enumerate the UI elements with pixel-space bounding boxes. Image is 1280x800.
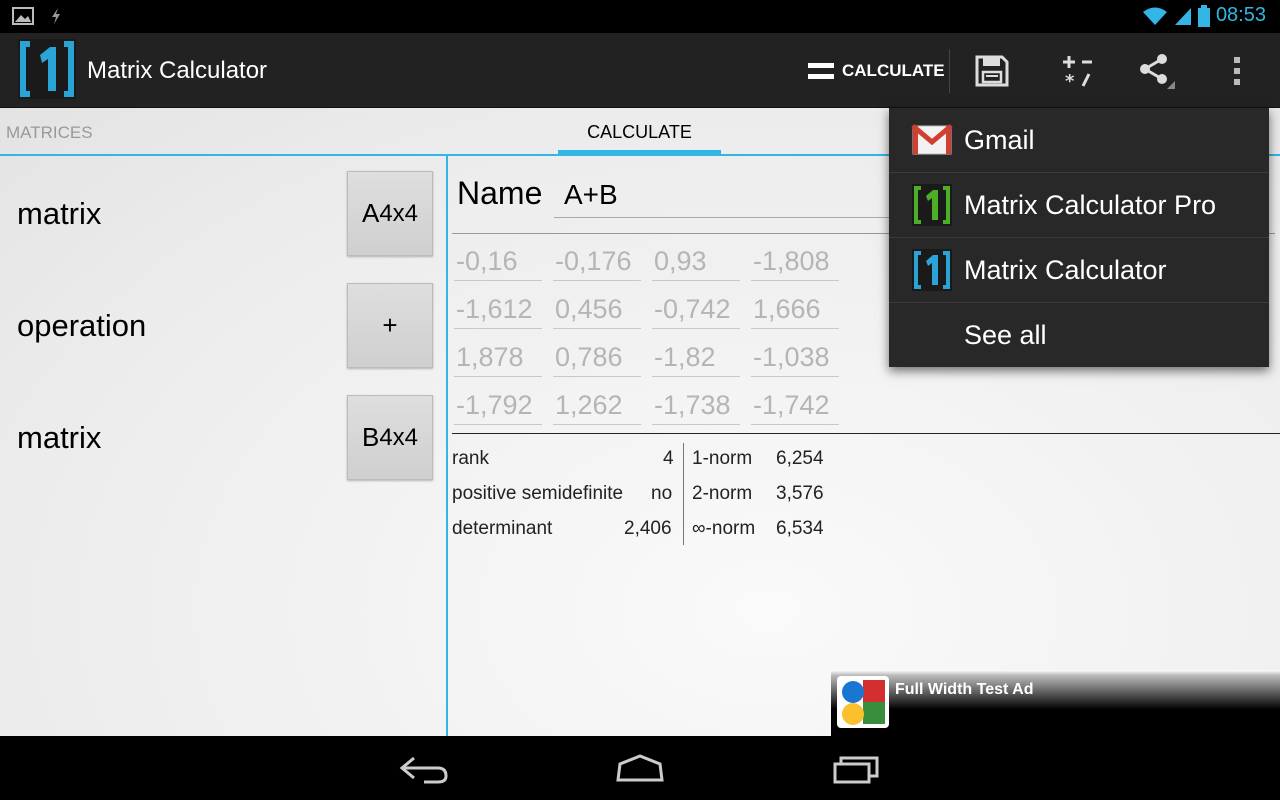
image-notification-icon bbox=[12, 7, 34, 25]
operation-label: operation bbox=[17, 308, 147, 343]
share-see-all-label: See all bbox=[964, 320, 1047, 350]
recent-apps-icon[interactable] bbox=[827, 750, 887, 786]
operation-symbol: + bbox=[382, 310, 398, 340]
share-icon bbox=[1140, 54, 1175, 89]
determinant-value: 2,406 bbox=[624, 518, 672, 539]
navigation-bar bbox=[0, 736, 1280, 800]
determinant-label: determinant bbox=[452, 518, 553, 539]
matrix-separator bbox=[452, 433, 1280, 434]
second-matrix-label: matrix bbox=[17, 420, 102, 455]
action-bar: Matrix Calculator CALCULATE * bbox=[0, 33, 1280, 108]
matrix-calculator-pro-icon bbox=[912, 184, 952, 226]
infinity-norm-label: ∞-norm bbox=[692, 518, 756, 539]
matrix-calculator-icon bbox=[912, 249, 952, 291]
app-title: Matrix Calculator bbox=[87, 57, 268, 84]
second-matrix-button[interactable]: B 4x4 bbox=[347, 395, 433, 480]
matrix-cell-r1c1[interactable]: -0,16 bbox=[454, 241, 542, 281]
one-norm-value: 6,254 bbox=[776, 448, 824, 469]
share-matrix-calculator-pro-label: Matrix Calculator Pro bbox=[964, 189, 1217, 220]
battery-icon bbox=[1197, 4, 1210, 27]
app-logo-icon[interactable] bbox=[16, 37, 78, 101]
rank-label: rank bbox=[452, 448, 489, 469]
matrix-cell-r2c2[interactable]: 0,456 bbox=[553, 289, 641, 329]
positive-semidefinite-label: positive semidefinite bbox=[452, 483, 624, 504]
share-matrix-calculator-label: Matrix Calculator bbox=[964, 254, 1167, 285]
home-icon[interactable] bbox=[610, 750, 670, 786]
matrix-cell-r2c4[interactable]: 1,666 bbox=[751, 289, 839, 329]
clock: 08:53 bbox=[1215, 4, 1266, 26]
two-norm-value: 3,576 bbox=[776, 483, 824, 504]
matrix-cell-r4c3[interactable]: -1,738 bbox=[652, 385, 740, 425]
svg-text:*: * bbox=[1065, 71, 1075, 90]
one-norm-label: 1-norm bbox=[692, 448, 753, 469]
matrix-cell-r3c2[interactable]: 0,786 bbox=[553, 337, 641, 377]
matrix-cell-r4c1[interactable]: -1,792 bbox=[454, 385, 542, 425]
matrix-cell-r3c4[interactable]: -1,038 bbox=[751, 337, 839, 377]
first-matrix-size: 4x4 bbox=[379, 199, 419, 227]
rank-value: 4 bbox=[663, 448, 674, 469]
save-button[interactable] bbox=[969, 50, 1015, 92]
calculate-action-label: CALCULATE bbox=[842, 61, 945, 80]
gmail-icon bbox=[911, 124, 953, 155]
share-menu: Gmail Matrix Calculator Pro Matrix Calcu… bbox=[889, 108, 1269, 367]
tab-indicator bbox=[558, 150, 721, 154]
name-label: Name bbox=[457, 175, 543, 211]
matrix-cell-r2c3[interactable]: -0,742 bbox=[652, 289, 740, 329]
signal-icon bbox=[1174, 7, 1191, 25]
positive-semidefinite-value: no bbox=[651, 483, 673, 504]
second-matrix-name: B bbox=[361, 422, 380, 452]
matrix-cell-r1c2[interactable]: -0,176 bbox=[553, 241, 641, 281]
status-bar: 08:53 bbox=[0, 0, 1280, 33]
calculate-action-button[interactable]: CALCULATE bbox=[808, 61, 945, 81]
floppy-disk-icon bbox=[975, 55, 1009, 87]
infinity-norm-value: 6,534 bbox=[776, 518, 824, 539]
ad-text: Full Width Test Ad bbox=[895, 681, 1034, 698]
first-matrix-button[interactable]: A 4x4 bbox=[347, 171, 433, 256]
more-vert-icon bbox=[1234, 57, 1240, 85]
matrix-cell-r4c2[interactable]: 1,262 bbox=[553, 385, 641, 425]
matrix-cell-r1c4[interactable]: -1,808 bbox=[751, 241, 839, 281]
two-norm-label: 2-norm bbox=[692, 483, 753, 504]
lightning-notification-icon bbox=[52, 8, 60, 24]
equals-icon bbox=[808, 63, 834, 79]
action-divider bbox=[949, 49, 950, 93]
properties-divider bbox=[683, 443, 684, 545]
first-matrix-label: matrix bbox=[17, 196, 102, 231]
google-ad-icon bbox=[837, 676, 889, 728]
second-matrix-size: 4x4 bbox=[379, 423, 419, 451]
operation-button[interactable]: + bbox=[347, 283, 433, 368]
operations-icon: * bbox=[1063, 56, 1092, 90]
share-matrix-calculator-item[interactable]: Matrix Calculator bbox=[889, 238, 1269, 303]
matrix-cell-r4c4[interactable]: -1,742 bbox=[751, 385, 839, 425]
share-gmail-item[interactable]: Gmail bbox=[889, 108, 1269, 173]
matrix-cell-r3c1[interactable]: 1,878 bbox=[454, 337, 542, 377]
matrix-cell-r2c1[interactable]: -1,612 bbox=[454, 289, 542, 329]
share-see-all-item[interactable]: See all bbox=[889, 303, 1269, 368]
share-matrix-calculator-pro-item[interactable]: Matrix Calculator Pro bbox=[889, 173, 1269, 238]
panel-divider bbox=[446, 156, 448, 736]
wifi-icon bbox=[1142, 7, 1167, 25]
matrix-cell-r3c3[interactable]: -1,82 bbox=[652, 337, 740, 377]
matrix-cell-r1c3[interactable]: 0,93 bbox=[652, 241, 740, 281]
back-icon[interactable] bbox=[394, 750, 454, 786]
first-matrix-name: A bbox=[361, 198, 380, 228]
ad-banner[interactable]: Full Width Test Ad bbox=[831, 670, 1280, 736]
tab-matrices[interactable]: MATRICES bbox=[6, 123, 93, 143]
share-gmail-label: Gmail bbox=[964, 124, 1035, 155]
tab-calculate[interactable]: CALCULATE bbox=[558, 122, 721, 143]
overflow-menu-button[interactable] bbox=[1214, 50, 1260, 92]
share-button[interactable] bbox=[1134, 50, 1180, 92]
operations-button[interactable]: * bbox=[1054, 50, 1100, 92]
